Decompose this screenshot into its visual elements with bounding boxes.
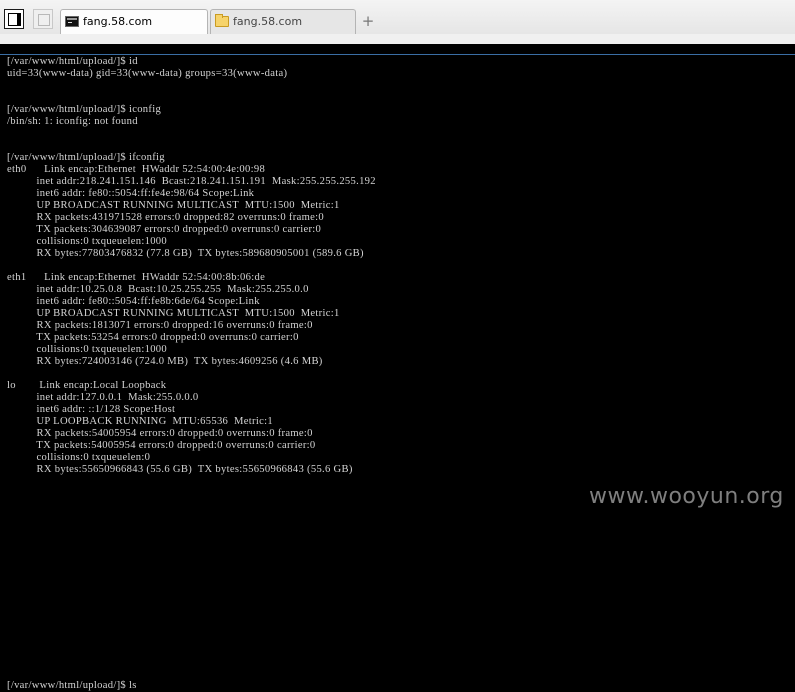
terminal-line: inet addr:10.25.0.8 Bcast:10.25.255.255 … (7, 284, 309, 295)
watermark-text: www.wooyun.org (589, 484, 784, 509)
terminal-line: RX packets:54005954 errors:0 dropped:0 o… (7, 428, 313, 439)
tab-title: fang.58.com (83, 15, 153, 28)
terminal-line: UP BROADCAST RUNNING MULTICAST MTU:1500 … (7, 200, 340, 211)
tab-title: fang.58.com (233, 15, 303, 28)
terminal-line: uid=33(www-data) gid=33(www-data) groups… (7, 68, 288, 79)
terminal-icon (65, 16, 79, 27)
terminal-line: TX packets:304639087 errors:0 dropped:0 … (7, 224, 322, 235)
new-tab-button[interactable]: + (360, 11, 376, 31)
terminal-line: UP BROADCAST RUNNING MULTICAST MTU:1500 … (7, 308, 340, 319)
folder-icon (215, 14, 229, 27)
terminal-output[interactable]: [/var/www/html/upload/]$ id uid=33(www-da… (0, 54, 795, 691)
terminal-line: collisions:0 txqueuelen:1000 (7, 236, 167, 247)
terminal-line: inet addr:218.241.151.146 Bcast:218.241.… (7, 176, 376, 187)
terminal-line: collisions:0 txqueuelen:0 (7, 452, 151, 463)
terminal-line: inet6 addr: ::1/128 Scope:Host (7, 404, 176, 415)
terminal-line: lo Link encap:Local Loopback (7, 380, 167, 391)
terminal-line: inet6 addr: fe80::5054:ff:fe8b:6de/64 Sc… (7, 296, 260, 307)
terminal-line: eth1 Link encap:Ethernet HWaddr 52:54:00… (7, 272, 266, 283)
terminal-line: RX bytes:77803476832 (77.8 GB) TX bytes:… (7, 248, 364, 259)
terminal-line: inet6 addr: fe80::5054:ff:fe4e:98/64 Sco… (7, 188, 255, 199)
terminal-line: RX bytes:724003146 (724.0 MB) TX bytes:4… (7, 356, 323, 367)
tab-bar: fang.58.com fang.58.com + (0, 0, 795, 44)
terminal-line: RX packets:1813071 errors:0 dropped:16 o… (7, 320, 313, 331)
terminal-line: /bin/sh: 1: iconfig: not found (7, 116, 138, 127)
terminal-line: UP LOOPBACK RUNNING MTU:65536 Metric:1 (7, 416, 273, 427)
tab-file-manager[interactable]: fang.58.com (210, 9, 356, 34)
terminal-line: [/var/www/html/upload/]$ ls (7, 680, 137, 691)
terminal-line: collisions:0 txqueuelen:1000 (7, 344, 167, 355)
terminal-line: [/var/www/html/upload/]$ iconfig (7, 104, 162, 115)
terminal-line: eth0 Link encap:Ethernet HWaddr 52:54:00… (7, 164, 266, 175)
terminal-lines: [/var/www/html/upload/]$ id uid=33(www-da… (7, 56, 795, 692)
terminal-line: [/var/www/html/upload/]$ ifconfig (7, 152, 165, 163)
terminal-line: inet addr:127.0.0.1 Mask:255.0.0.0 (7, 392, 199, 403)
terminal-line: [/var/www/html/upload/]$ id (7, 56, 138, 67)
terminal-line: RX bytes:55650966843 (55.6 GB) TX bytes:… (7, 464, 353, 475)
tab-bar-strip (0, 34, 795, 44)
window-layout-button[interactable] (4, 9, 24, 29)
blank-page-button[interactable] (33, 9, 53, 29)
tab-terminal[interactable]: fang.58.com (60, 9, 208, 34)
terminal-line: RX packets:431971528 errors:0 dropped:82… (7, 212, 324, 223)
terminal-line: TX packets:53254 errors:0 dropped:0 over… (7, 332, 299, 343)
terminal-line: TX packets:54005954 errors:0 dropped:0 o… (7, 440, 316, 451)
